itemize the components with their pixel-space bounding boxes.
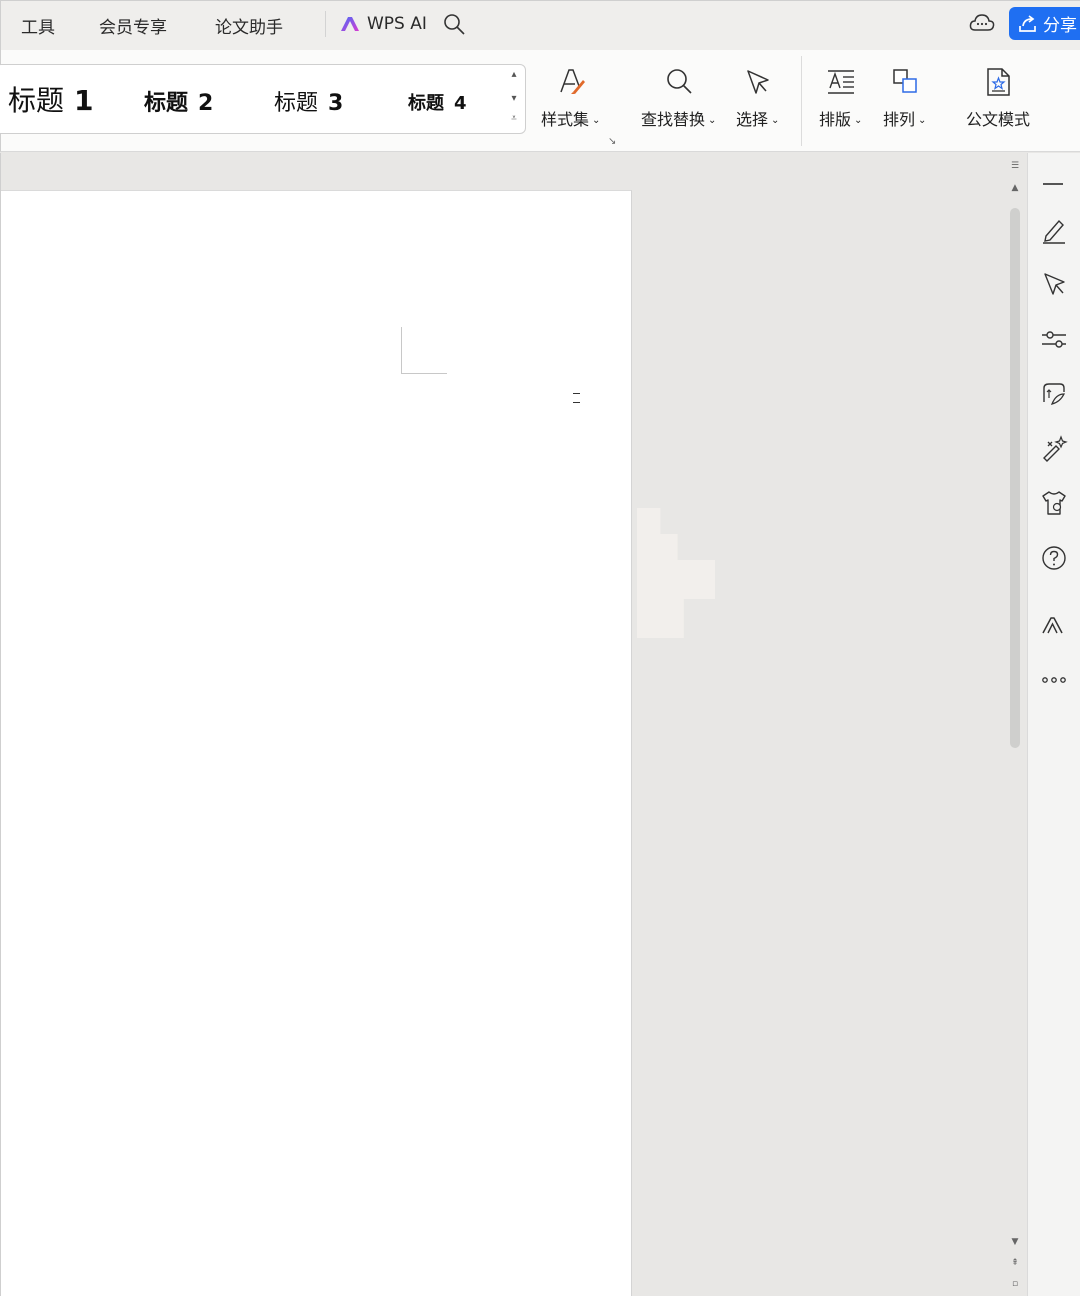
style-heading-4[interactable]: 标题 4 <box>408 89 467 115</box>
style-set-button[interactable]: 样式集 ⌄ <box>541 66 600 130</box>
style-brush-icon[interactable] <box>1040 380 1068 408</box>
gallery-scroll-up-icon[interactable]: ▴ <box>507 69 521 80</box>
select-pointer-icon <box>746 70 769 94</box>
arrange-button[interactable]: 排列 ⌄ <box>883 66 926 130</box>
pen-icon[interactable] <box>1040 216 1068 244</box>
official-doc-mode-label: 公文模式 <box>966 110 1031 129</box>
menu-divider <box>325 11 326 37</box>
wps-ai-label: WPS AI <box>367 14 427 34</box>
menu-tools[interactable]: 工具 <box>21 13 55 38</box>
ribbon-divider <box>801 56 802 146</box>
more-icon[interactable] <box>1040 666 1068 694</box>
scroll-down-icon[interactable]: ▼ <box>1008 1237 1022 1247</box>
official-doc-mode-button[interactable]: 公文模式 <box>966 66 1030 130</box>
select-button[interactable]: 选择 ⌄ <box>736 66 779 130</box>
wps-ai-logo-icon <box>341 17 359 31</box>
chevron-down-icon: ⌄ <box>854 115 863 126</box>
find-icon <box>666 69 692 94</box>
style-heading-1[interactable]: 标题 1 <box>8 79 94 119</box>
style-set-label: 样式集 <box>541 110 590 129</box>
magic-wand-icon[interactable] <box>1040 434 1068 462</box>
share-icon <box>1019 14 1036 32</box>
select-pointer-icon[interactable] <box>1040 270 1068 298</box>
cloud-icon[interactable] <box>969 12 995 36</box>
share-button[interactable]: 分享 <box>1009 7 1080 40</box>
scroll-page-icon[interactable]: ⇞ <box>1008 1258 1022 1268</box>
arrange-layers-icon <box>892 69 917 93</box>
document-workspace: ☰ ▲ ▼ ⇞ ▫ <box>0 153 1027 1296</box>
wps-ai-icon[interactable] <box>1040 611 1068 639</box>
dialog-launcher-icon[interactable]: ↘ <box>608 136 616 147</box>
style-set-icon <box>559 69 585 94</box>
chevron-down-icon: ⌄ <box>918 115 927 126</box>
shirt-theme-icon[interactable] <box>1040 489 1068 517</box>
wps-ai-button[interactable]: WPS AI <box>339 12 427 36</box>
layout-text-icon <box>827 70 854 94</box>
search-icon[interactable] <box>442 12 466 36</box>
drag-ghost-shape <box>637 508 715 638</box>
adjust-sliders-icon[interactable] <box>1040 325 1068 353</box>
text-cursor <box>573 391 581 405</box>
arrange-label: 排列 <box>883 110 916 129</box>
scroll-select-object-icon[interactable]: ▫ <box>1008 1279 1022 1289</box>
document-page[interactable] <box>1 190 632 1296</box>
chevron-down-icon: ⌄ <box>592 115 601 126</box>
right-sidebar <box>1027 153 1080 1296</box>
style-heading-3[interactable]: 标题 3 <box>274 85 343 117</box>
ribbon-toolbar: 标题 1 标题 2 标题 3 标题 4 ▴ ▾ ⩡ 样式集 ⌄ ↘ 查找替换 ⌄ 选择 ⌄ <box>0 50 1080 152</box>
style-heading-2[interactable]: 标题 2 <box>144 85 213 117</box>
gallery-expand-icon[interactable]: ⩡ <box>507 113 521 124</box>
layout-label: 排版 <box>819 110 852 129</box>
gallery-scroll-down-icon[interactable]: ▾ <box>507 93 521 104</box>
style-gallery: 标题 1 标题 2 标题 3 标题 4 ▴ ▾ ⩡ <box>0 64 526 134</box>
scroll-split-icon[interactable]: ☰ <box>1008 161 1022 171</box>
margin-corner-mark <box>401 373 447 374</box>
chevron-down-icon: ⌄ <box>708 115 717 126</box>
menu-member-exclusive[interactable]: 会员专享 <box>99 13 167 38</box>
chevron-down-icon: ⌄ <box>771 115 780 126</box>
scrollbar-thumb[interactable] <box>1010 208 1020 748</box>
layout-button[interactable]: 排版 ⌄ <box>819 66 862 130</box>
find-replace-button[interactable]: 查找替换 ⌄ <box>641 66 716 130</box>
menu-bar: 工具 会员专享 论文助手 WPS AI 分享 <box>0 0 1080 50</box>
margin-corner-mark <box>401 327 402 373</box>
vertical-scrollbar[interactable]: ☰ ▲ ▼ ⇞ ▫ <box>1004 153 1026 1296</box>
sidebar-collapse-icon[interactable] <box>1043 183 1063 185</box>
scroll-up-icon[interactable]: ▲ <box>1008 183 1022 193</box>
share-label: 分享 <box>1043 16 1077 36</box>
select-label: 选择 <box>736 110 769 129</box>
official-doc-icon <box>987 68 1010 96</box>
help-icon[interactable] <box>1040 544 1068 572</box>
menu-paper-assistant[interactable]: 论文助手 <box>215 13 283 38</box>
find-replace-label: 查找替换 <box>641 110 706 129</box>
